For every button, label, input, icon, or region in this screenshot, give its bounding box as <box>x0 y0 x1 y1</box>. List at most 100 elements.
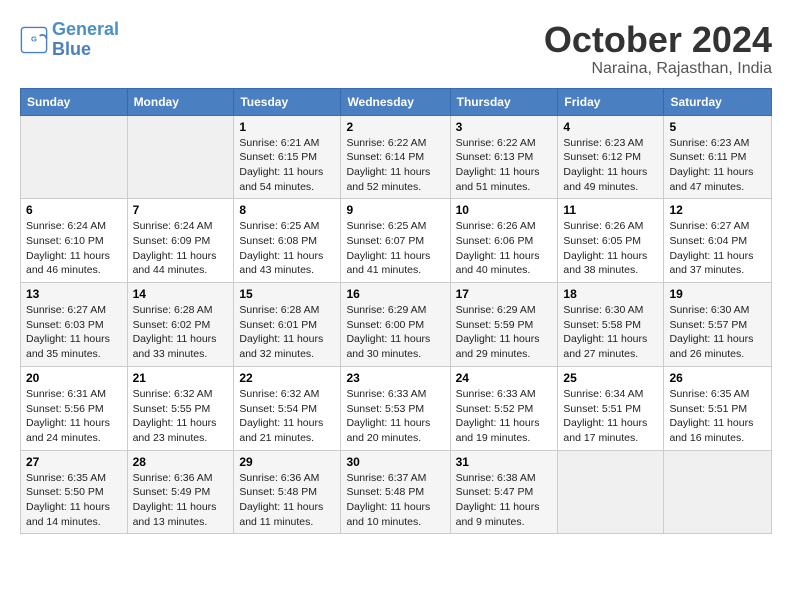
day-info: Sunrise: 6:23 AMSunset: 6:11 PMDaylight:… <box>669 136 766 195</box>
day-number: 26 <box>669 371 766 385</box>
day-number: 20 <box>26 371 122 385</box>
calendar-cell: 22 Sunrise: 6:32 AMSunset: 5:54 PMDayligh… <box>234 366 341 450</box>
calendar-cell: 21 Sunrise: 6:32 AMSunset: 5:55 PMDayligh… <box>127 366 234 450</box>
header-friday: Friday <box>558 88 664 115</box>
day-info: Sunrise: 6:36 AMSunset: 5:48 PMDaylight:… <box>239 471 335 530</box>
day-number: 4 <box>563 120 658 134</box>
day-number: 6 <box>26 203 122 217</box>
day-info: Sunrise: 6:33 AMSunset: 5:53 PMDaylight:… <box>346 387 444 446</box>
header-monday: Monday <box>127 88 234 115</box>
day-number: 16 <box>346 287 444 301</box>
day-number: 9 <box>346 203 444 217</box>
day-info: Sunrise: 6:31 AMSunset: 5:56 PMDaylight:… <box>26 387 122 446</box>
day-info: Sunrise: 6:32 AMSunset: 5:54 PMDaylight:… <box>239 387 335 446</box>
header-saturday: Saturday <box>664 88 772 115</box>
day-info: Sunrise: 6:32 AMSunset: 5:55 PMDaylight:… <box>133 387 229 446</box>
calendar-cell: 2Sunrise: 6:22 AMSunset: 6:14 PMDaylight… <box>341 115 450 199</box>
calendar-cell: 7 Sunrise: 6:24 AMSunset: 6:09 PMDaylight… <box>127 199 234 283</box>
day-info: Sunrise: 6:28 AMSunset: 6:02 PMDaylight:… <box>133 303 229 362</box>
day-number: 10 <box>456 203 553 217</box>
day-number: 2 <box>346 120 444 134</box>
logo: G General Blue <box>20 20 119 60</box>
day-number: 14 <box>133 287 229 301</box>
day-number: 29 <box>239 455 335 469</box>
svg-text:G: G <box>31 34 37 43</box>
day-info: Sunrise: 6:29 AMSunset: 5:59 PMDaylight:… <box>456 303 553 362</box>
calendar-cell: 18 Sunrise: 6:30 AMSunset: 5:58 PMDayligh… <box>558 283 664 367</box>
day-info: Sunrise: 6:24 AMSunset: 6:10 PMDaylight:… <box>26 219 122 278</box>
calendar-cell: 3 Sunrise: 6:22 AMSunset: 6:13 PMDaylight… <box>450 115 558 199</box>
day-info: Sunrise: 6:30 AMSunset: 5:57 PMDaylight:… <box>669 303 766 362</box>
day-number: 12 <box>669 203 766 217</box>
day-number: 30 <box>346 455 444 469</box>
calendar-cell: 24Sunrise: 6:33 AMSunset: 5:52 PMDayligh… <box>450 366 558 450</box>
day-number: 13 <box>26 287 122 301</box>
calendar-cell: 14 Sunrise: 6:28 AMSunset: 6:02 PMDayligh… <box>127 283 234 367</box>
calendar-cell: 6 Sunrise: 6:24 AMSunset: 6:10 PMDaylight… <box>21 199 128 283</box>
calendar-cell: 31Sunrise: 6:38 AMSunset: 5:47 PMDayligh… <box>450 450 558 534</box>
calendar-cell: 25 Sunrise: 6:34 AMSunset: 5:51 PMDayligh… <box>558 366 664 450</box>
day-number: 8 <box>239 203 335 217</box>
calendar-cell: 17 Sunrise: 6:29 AMSunset: 5:59 PMDayligh… <box>450 283 558 367</box>
day-info: Sunrise: 6:35 AMSunset: 5:50 PMDaylight:… <box>26 471 122 530</box>
day-number: 17 <box>456 287 553 301</box>
calendar-cell: 5 Sunrise: 6:23 AMSunset: 6:11 PMDaylight… <box>664 115 772 199</box>
day-number: 11 <box>563 203 658 217</box>
calendar-cell: 9Sunrise: 6:25 AMSunset: 6:07 PMDaylight… <box>341 199 450 283</box>
day-info: Sunrise: 6:25 AMSunset: 6:08 PMDaylight:… <box>239 219 335 278</box>
header-wednesday: Wednesday <box>341 88 450 115</box>
calendar-cell: 13 Sunrise: 6:27 AMSunset: 6:03 PMDayligh… <box>21 283 128 367</box>
header-row: SundayMondayTuesdayWednesdayThursdayFrid… <box>21 88 772 115</box>
calendar-cell <box>21 115 128 199</box>
page-title: October 2024 <box>544 20 772 60</box>
day-number: 19 <box>669 287 766 301</box>
calendar-cell <box>127 115 234 199</box>
day-number: 7 <box>133 203 229 217</box>
week-row-3: 13 Sunrise: 6:27 AMSunset: 6:03 PMDayligh… <box>21 283 772 367</box>
day-info: Sunrise: 6:23 AMSunset: 6:12 PMDaylight:… <box>563 136 658 195</box>
week-row-1: 1 Sunrise: 6:21 AMSunset: 6:15 PMDaylight… <box>21 115 772 199</box>
day-info: Sunrise: 6:27 AMSunset: 6:03 PMDaylight:… <box>26 303 122 362</box>
day-number: 21 <box>133 371 229 385</box>
day-info: Sunrise: 6:35 AMSunset: 5:51 PMDaylight:… <box>669 387 766 446</box>
day-number: 25 <box>563 371 658 385</box>
day-number: 1 <box>239 120 335 134</box>
day-info: Sunrise: 6:30 AMSunset: 5:58 PMDaylight:… <box>563 303 658 362</box>
day-info: Sunrise: 6:21 AMSunset: 6:15 PMDaylight:… <box>239 136 335 195</box>
page-subtitle: Naraina, Rajasthan, India <box>544 60 772 78</box>
calendar-cell: 29 Sunrise: 6:36 AMSunset: 5:48 PMDayligh… <box>234 450 341 534</box>
calendar-table: SundayMondayTuesdayWednesdayThursdayFrid… <box>20 88 772 535</box>
header-sunday: Sunday <box>21 88 128 115</box>
calendar-cell: 27Sunrise: 6:35 AMSunset: 5:50 PMDayligh… <box>21 450 128 534</box>
calendar-cell: 23 Sunrise: 6:33 AMSunset: 5:53 PMDayligh… <box>341 366 450 450</box>
day-number: 3 <box>456 120 553 134</box>
day-number: 28 <box>133 455 229 469</box>
logo-text: General Blue <box>52 20 119 60</box>
day-number: 31 <box>456 455 553 469</box>
calendar-cell: 16Sunrise: 6:29 AMSunset: 6:00 PMDayligh… <box>341 283 450 367</box>
day-info: Sunrise: 6:24 AMSunset: 6:09 PMDaylight:… <box>133 219 229 278</box>
day-info: Sunrise: 6:27 AMSunset: 6:04 PMDaylight:… <box>669 219 766 278</box>
logo-line1: General <box>52 19 119 39</box>
week-row-2: 6 Sunrise: 6:24 AMSunset: 6:10 PMDaylight… <box>21 199 772 283</box>
day-info: Sunrise: 6:22 AMSunset: 6:13 PMDaylight:… <box>456 136 553 195</box>
day-number: 22 <box>239 371 335 385</box>
logo-icon: G <box>20 26 48 54</box>
day-info: Sunrise: 6:36 AMSunset: 5:49 PMDaylight:… <box>133 471 229 530</box>
header-thursday: Thursday <box>450 88 558 115</box>
calendar-cell: 12 Sunrise: 6:27 AMSunset: 6:04 PMDayligh… <box>664 199 772 283</box>
day-info: Sunrise: 6:34 AMSunset: 5:51 PMDaylight:… <box>563 387 658 446</box>
day-info: Sunrise: 6:37 AMSunset: 5:48 PMDaylight:… <box>346 471 444 530</box>
calendar-cell <box>664 450 772 534</box>
calendar-cell: 11Sunrise: 6:26 AMSunset: 6:05 PMDayligh… <box>558 199 664 283</box>
day-number: 18 <box>563 287 658 301</box>
calendar-cell: 10Sunrise: 6:26 AMSunset: 6:06 PMDayligh… <box>450 199 558 283</box>
logo-line2: Blue <box>52 39 91 59</box>
calendar-cell: 4 Sunrise: 6:23 AMSunset: 6:12 PMDaylight… <box>558 115 664 199</box>
calendar-cell: 8 Sunrise: 6:25 AMSunset: 6:08 PMDaylight… <box>234 199 341 283</box>
day-number: 5 <box>669 120 766 134</box>
day-number: 23 <box>346 371 444 385</box>
calendar-cell: 1 Sunrise: 6:21 AMSunset: 6:15 PMDaylight… <box>234 115 341 199</box>
day-number: 15 <box>239 287 335 301</box>
calendar-cell: 28 Sunrise: 6:36 AMSunset: 5:49 PMDayligh… <box>127 450 234 534</box>
